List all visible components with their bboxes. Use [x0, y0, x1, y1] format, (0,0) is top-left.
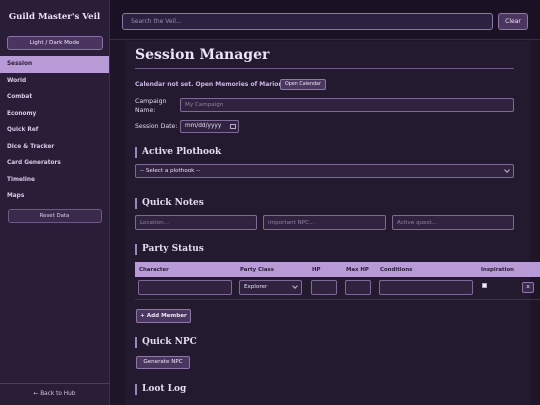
important-npc-input[interactable] — [263, 215, 386, 230]
column-actions — [519, 262, 540, 277]
sidebar-item-dice-tracker[interactable]: Dice & Tracker — [0, 139, 109, 156]
column-party-class: Party Class — [236, 262, 308, 277]
character-input[interactable] — [138, 280, 232, 296]
main-content: Session Manager Calendar not set. Open M… — [110, 41, 540, 405]
cell-hp — [308, 277, 342, 300]
open-calendar-button[interactable]: Open Calendar — [280, 79, 326, 90]
top-bar: Clear — [110, 0, 540, 40]
generate-npc-button[interactable]: Generate NPC — [136, 356, 190, 369]
calendar-icon[interactable] — [230, 124, 236, 129]
party-class-select[interactable]: Explorer — [239, 280, 302, 296]
table-row: Explorer x — [135, 277, 540, 300]
sidebar-item-combat[interactable]: Combat — [0, 89, 109, 106]
sidebar-item-economy[interactable]: Economy — [0, 106, 109, 123]
campaign-name-label: Campaign Name: — [135, 98, 167, 114]
conditions-input[interactable] — [379, 280, 473, 296]
sidebar-item-quick-ref[interactable]: Quick Ref — [0, 122, 109, 139]
column-max-hp: Max HP — [342, 262, 376, 277]
remove-member-button[interactable]: x — [522, 282, 534, 294]
sidebar-item-card-generators[interactable]: Card Generators — [0, 155, 109, 172]
active-plothook-heading: Active Plothook — [135, 147, 221, 158]
cell-inspiration — [477, 277, 519, 300]
sidebar-item-maps[interactable]: Maps — [0, 188, 109, 205]
quick-npc-heading: Quick NPC — [135, 337, 197, 348]
cell-actions: x — [519, 277, 540, 300]
active-quest-input[interactable] — [392, 215, 514, 230]
location-input[interactable] — [135, 215, 257, 230]
session-panel: Session Manager Calendar not set. Open M… — [125, 41, 540, 405]
sidebar-item-world[interactable]: World — [0, 73, 109, 90]
clear-search-button[interactable]: Clear — [498, 13, 528, 30]
party-class-value: Explorer — [244, 284, 268, 291]
cell-party-class: Explorer — [236, 277, 308, 300]
column-conditions: Conditions — [376, 262, 477, 277]
session-date-value: mm/dd/yyyy — [185, 123, 222, 129]
column-inspiration: Inspiration — [477, 262, 519, 277]
hp-input[interactable] — [311, 280, 337, 296]
title-divider — [135, 68, 514, 69]
search-input[interactable] — [122, 13, 493, 30]
app-brand: Guild Master's Veil — [8, 12, 101, 22]
cell-conditions — [376, 277, 477, 300]
inspiration-checkbox[interactable] — [482, 282, 487, 288]
party-status-heading: Party Status — [135, 244, 204, 255]
chevron-down-icon — [504, 167, 510, 173]
sidebar-item-timeline[interactable]: Timeline — [0, 172, 109, 189]
page-title: Session Manager — [135, 47, 270, 63]
party-table: Character Party Class HP Max HP Conditio… — [135, 262, 540, 300]
column-character: Character — [135, 262, 236, 277]
reset-data-button[interactable]: Reset Data — [7, 208, 102, 223]
theme-toggle-button[interactable]: Light / Dark Mode — [6, 36, 103, 50]
cell-character — [135, 277, 236, 300]
sidebar-nav: Session World Combat Economy Quick Ref D… — [0, 56, 109, 205]
cell-max-hp — [342, 277, 376, 300]
quick-notes-heading: Quick Notes — [135, 198, 204, 209]
calendar-status-text: Calendar not set. Open Memories of Mario… — [135, 81, 285, 88]
chevron-down-icon — [292, 283, 298, 290]
add-member-button[interactable]: + Add Member — [136, 309, 191, 323]
loot-log-heading: Loot Log — [135, 384, 186, 395]
plothook-select[interactable]: -- Select a plothook -- — [135, 164, 514, 178]
max-hp-input[interactable] — [345, 280, 371, 296]
session-date-label: Session Date: — [135, 123, 178, 130]
sidebar: Guild Master's Veil Light / Dark Mode Se… — [0, 0, 110, 405]
plothook-select-value: -- Select a plothook -- — [140, 168, 201, 174]
campaign-name-input[interactable] — [180, 98, 514, 112]
session-date-input[interactable]: mm/dd/yyyy — [180, 120, 239, 133]
back-to-hub-link[interactable]: ← Back to Hub — [0, 383, 109, 405]
column-hp: HP — [308, 262, 342, 277]
sidebar-item-session[interactable]: Session — [0, 56, 109, 73]
